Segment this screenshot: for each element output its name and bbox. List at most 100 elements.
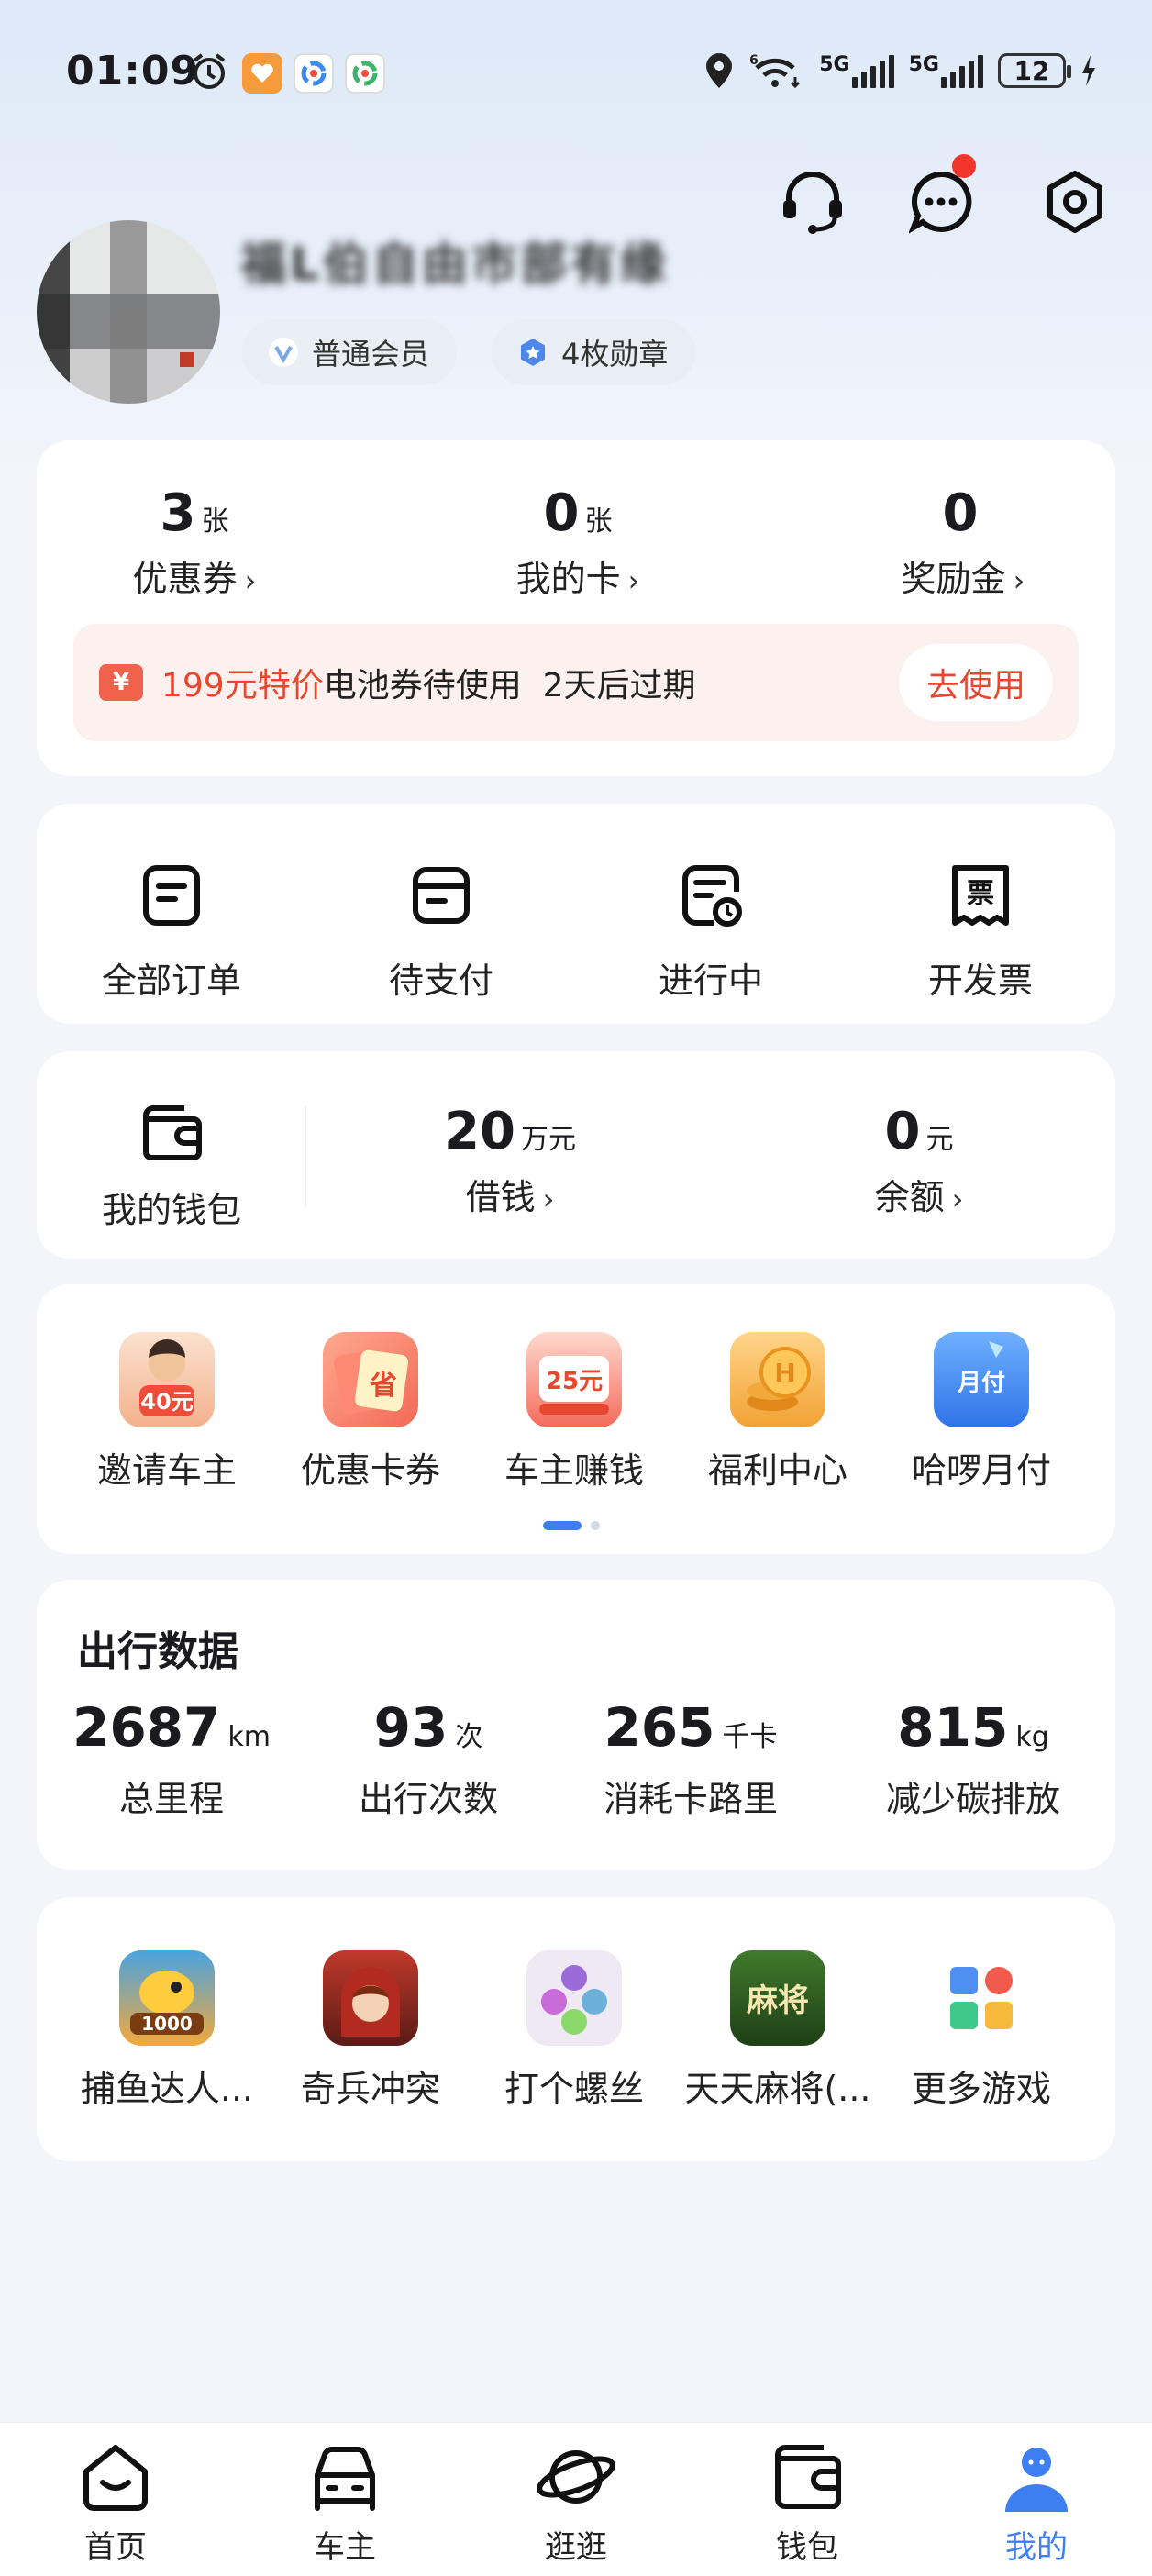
pending-pay-label: 待支付 (388, 960, 493, 1001)
cards-count: 0 (543, 483, 580, 543)
invite-reward-text: 40元 (140, 1389, 193, 1415)
my-wallet-entry[interactable]: 我的钱包 (37, 1095, 306, 1232)
trip-data-card: 出行数据 2687 km 总里程 93 次 出行次数 265 千卡 消耗卡路里 815… (37, 1580, 1115, 1870)
alarm-icon (189, 51, 229, 95)
username[interactable]: 福L伯自由市部有缘 (240, 228, 670, 294)
trip-data-title: 出行数据 (77, 1628, 238, 1675)
my-cards-stat[interactable]: 0张 我的卡 › (440, 488, 715, 601)
calories-stat: 265 千卡 消耗卡路里 (556, 1701, 825, 1821)
chevron-right-icon: › (1013, 563, 1025, 598)
wifi-icon: 6 (749, 53, 801, 89)
bonus-stat[interactable]: 0 奖励金 › (825, 488, 1101, 601)
tab-wallet[interactable]: 钱包 (734, 2436, 881, 2567)
loan-unit: 万元 (520, 1124, 576, 1156)
more-games-icon (934, 1950, 1029, 2046)
trip-count-label: 出行次数 (358, 1779, 498, 1819)
loan-amount: 20 (444, 1102, 515, 1161)
app-notification-icon (345, 53, 385, 94)
tab-explore-label: 逛逛 (545, 2529, 607, 2566)
in-progress-entry[interactable]: 进行中 (576, 859, 846, 1003)
wallet-card: 我的钱包 20 万元 借钱 › 0元 余额 › (37, 1051, 1115, 1259)
app-notification-icon (242, 53, 282, 94)
monthly-pay-icon-text: 月付 (957, 1370, 1005, 1397)
settings-icon[interactable] (1038, 165, 1112, 239)
network-label: 5G (819, 53, 850, 76)
tab-profile[interactable]: 我的 (963, 2436, 1110, 2567)
invoice-icon: 票 (944, 859, 1017, 932)
all-orders-entry[interactable]: 全部订单 (37, 859, 306, 1003)
game-mahjong-entry[interactable]: 麻将 天天麻将(... (675, 1950, 881, 2111)
pending-pay-entry[interactable]: 待支付 (306, 859, 576, 1003)
more-games-label: 更多游戏 (911, 2069, 1051, 2109)
total-distance-unit: km (227, 1721, 271, 1753)
invite-driver-entry[interactable]: 40元 邀请车主 (64, 1332, 270, 1493)
status-time: 01:09 (66, 48, 200, 94)
loan-stat[interactable]: 20 万元 借钱 › (372, 1106, 648, 1219)
battery-coupon-banner[interactable]: ¥ 199元特价电池券待使用 2天后过期 去使用 (73, 624, 1079, 741)
coupons-cards-icon-text: 省 (370, 1370, 397, 1402)
in-progress-label: 进行中 (658, 960, 763, 1001)
promo-text: 199元特价电池券待使用 2天后过期 (161, 659, 696, 706)
all-orders-label: 全部订单 (101, 960, 241, 1001)
welfare-center-icon: H (730, 1332, 825, 1427)
carbon-reduction-label: 减少碳排放 (885, 1779, 1060, 1819)
assets-card: 3张 优惠券 › 0张 我的卡 › 0 奖励金 › ¥ 199元特价电池券待使用 2天… (37, 440, 1115, 776)
game-clash-entry[interactable]: 奇兵冲突 (268, 1950, 473, 2111)
invite-driver-label: 邀请车主 (96, 1450, 237, 1491)
location-icon (706, 53, 733, 88)
coupons-label: 优惠券 (132, 559, 238, 599)
messages-icon[interactable] (904, 154, 978, 239)
total-distance-stat: 2687 km 总里程 (37, 1701, 306, 1821)
game-mahjong-label: 天天麻将(... (684, 2069, 871, 2109)
calories-label: 消耗卡路里 (603, 1779, 778, 1819)
game-screw-entry[interactable]: 打个螺丝 (471, 1950, 677, 2111)
loan-label: 借钱 (465, 1177, 536, 1217)
promo-description: 电池券待使用 2天后过期 (323, 667, 696, 705)
calories-unit: 千卡 (722, 1721, 778, 1753)
game-screw-icon (526, 1950, 622, 2046)
coupons-stat[interactable]: 3张 优惠券 › (57, 488, 332, 601)
tab-driver-label: 车主 (314, 2529, 376, 2566)
game-clash-icon (323, 1950, 418, 2046)
calories-value: 265 (604, 1696, 715, 1759)
pending-pay-icon (404, 859, 478, 932)
member-level-chip[interactable]: 普通会员 (242, 319, 458, 385)
invoice-entry[interactable]: 票 开发票 (846, 859, 1115, 1003)
medal-hex-icon (521, 339, 545, 366)
medals-label: 4枚勋章 (561, 337, 669, 372)
welfare-center-entry[interactable]: H 福利中心 (675, 1332, 881, 1493)
tab-home[interactable]: 首页 (42, 2436, 189, 2567)
game-fishing-icon-text: 1000 (141, 2013, 193, 2035)
profile-icon (995, 2436, 1078, 2518)
game-fishing-entry[interactable]: 1000 捕鱼达人... (64, 1950, 270, 2111)
page-dot-active (543, 1521, 582, 1530)
monthly-pay-entry[interactable]: 月付 哈啰月付 (879, 1332, 1084, 1493)
more-games-entry[interactable]: 更多游戏 (879, 1950, 1084, 2111)
monthly-pay-label: 哈啰月付 (911, 1450, 1051, 1491)
home-icon (74, 2436, 157, 2518)
game-screw-label: 打个螺丝 (504, 2069, 644, 2109)
game-fishing-icon: 1000 (119, 1950, 215, 2046)
tab-home-label: 首页 (84, 2529, 147, 2566)
planet-icon (535, 2436, 617, 2518)
invite-driver-icon: 40元 (119, 1332, 215, 1427)
tab-driver[interactable]: 车主 (271, 2436, 418, 2567)
game-mahjong-icon: 麻将 (730, 1950, 825, 2046)
car-icon (304, 2436, 386, 2518)
cards-unit: 张 (584, 505, 613, 538)
total-distance-label: 总里程 (118, 1779, 224, 1819)
coupons-cards-entry[interactable]: 省 优惠卡券 (268, 1332, 473, 1493)
avatar[interactable] (37, 220, 220, 404)
carbon-reduction-stat: 815 kg 减少碳排放 (838, 1701, 1108, 1821)
medals-chip[interactable]: 4枚勋章 (492, 319, 696, 385)
status-bar: 01:09 6 5G 5G 12 (0, 0, 1152, 147)
page-dot[interactable] (591, 1521, 600, 1530)
balance-stat[interactable]: 0元 余额 › (781, 1106, 1057, 1219)
customer-service-icon[interactable] (776, 165, 849, 239)
coupons-count: 3 (160, 483, 196, 543)
orders-card: 全部订单 待支付 进行中 票 开发票 (37, 804, 1115, 1024)
carbon-reduction-unit: kg (1015, 1721, 1049, 1753)
driver-earn-entry[interactable]: 25元 车主赚钱 (471, 1332, 677, 1493)
use-coupon-button[interactable]: 去使用 (898, 644, 1053, 721)
tab-explore[interactable]: 逛逛 (503, 2436, 649, 2567)
